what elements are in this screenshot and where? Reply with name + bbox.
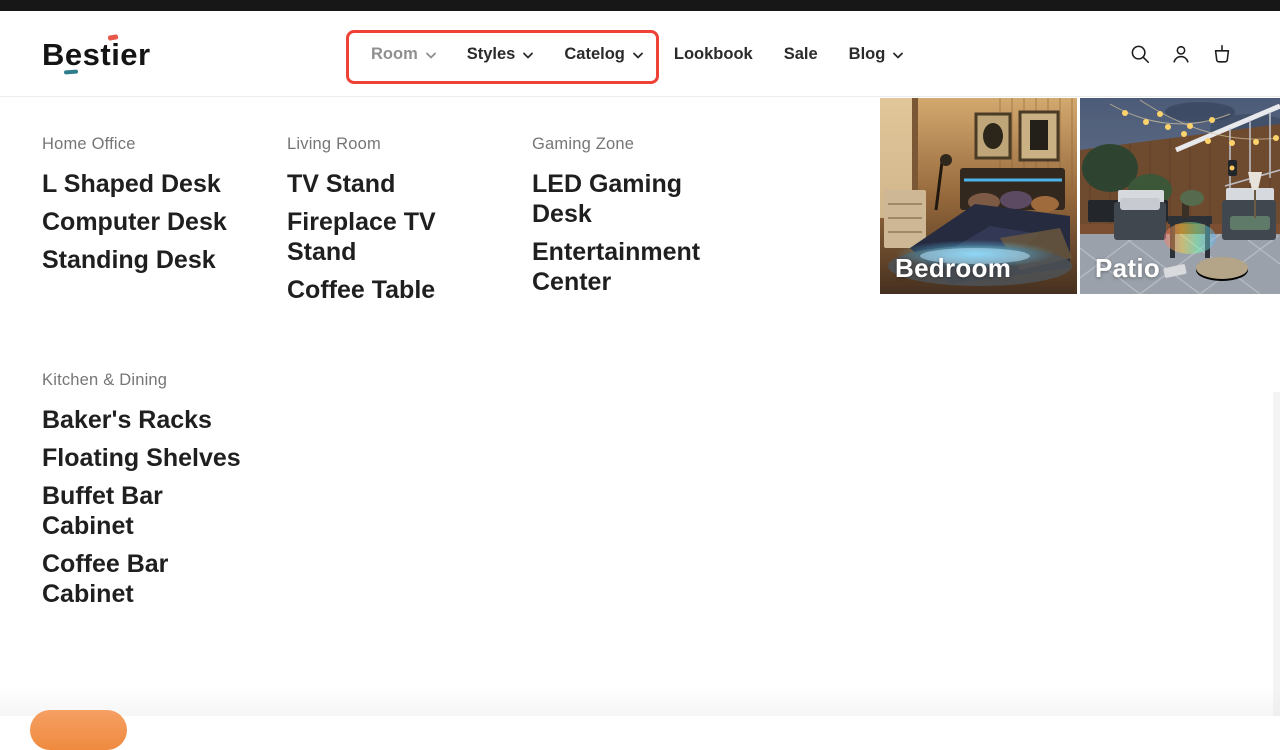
chevron-down-icon <box>523 52 533 59</box>
menu-link-buffet-bar-cabinet[interactable]: Buffet Bar Cabinet <box>42 481 247 541</box>
nav-item-blog[interactable]: Blog <box>849 45 904 64</box>
menu-link-l-shaped-desk[interactable]: L Shaped Desk <box>42 169 247 199</box>
menu-link-entertainment-center[interactable]: Entertainment Center <box>532 237 737 297</box>
account-icon[interactable] <box>1170 43 1192 65</box>
nav-item-label: Blog <box>849 45 886 64</box>
menu-link-coffee-bar-cabinet[interactable]: Coffee Bar Cabinet <box>42 549 247 609</box>
menu-link-fireplace-tv-stand[interactable]: Fireplace TV Stand <box>287 207 492 267</box>
promo-image-bedroom[interactable]: Bedroom <box>880 98 1077 294</box>
menu-link-bakers-racks[interactable]: Baker's Racks <box>42 405 247 435</box>
header-icons <box>1129 11 1233 97</box>
nav-item-label: Room <box>371 45 418 64</box>
nav-item-label: Styles <box>467 45 516 64</box>
nav-item-room[interactable]: Room <box>371 45 436 64</box>
nav-item-catelog[interactable]: Catelog <box>564 45 643 64</box>
chevron-down-icon <box>426 52 436 59</box>
menu-link-coffee-table[interactable]: Coffee Table <box>287 275 492 305</box>
menu-group-home-office: Home Office L Shaped Desk Computer Desk … <box>42 135 247 313</box>
menu-group-gaming-zone: Gaming Zone LED Gaming Desk Entertainmen… <box>532 135 737 313</box>
chevron-down-icon <box>893 52 903 59</box>
cart-icon[interactable] <box>1211 43 1233 65</box>
menu-link-computer-desk[interactable]: Computer Desk <box>42 207 247 237</box>
group-heading: Living Room <box>287 135 492 154</box>
group-heading: Home Office <box>42 135 247 154</box>
panel-bottom-shadow <box>0 686 1280 716</box>
menu-group-kitchen-dining: Kitchen & Dining Baker's Racks Floating … <box>42 371 247 617</box>
nav-item-lookbook[interactable]: Lookbook <box>674 45 753 64</box>
promo-image-label: Bedroom <box>895 253 1011 284</box>
group-heading: Kitchen & Dining <box>42 371 247 390</box>
menu-link-floating-shelves[interactable]: Floating Shelves <box>42 443 247 473</box>
mega-menu-promo-images: Bedroom <box>880 98 1280 294</box>
menu-group-living-room: Living Room TV Stand Fireplace TV Stand … <box>287 135 492 313</box>
site-header: Bestier Room Styles Catelog Lookbook Sal… <box>0 11 1280 97</box>
mega-menu-panel: Home Office L Shaped Desk Computer Desk … <box>0 98 1280 618</box>
nav-item-styles[interactable]: Styles <box>467 45 534 64</box>
nav-item-label: Catelog <box>564 45 625 64</box>
chevron-down-icon <box>633 52 643 59</box>
group-heading: Gaming Zone <box>532 135 737 154</box>
menu-link-standing-desk[interactable]: Standing Desk <box>42 245 247 275</box>
search-icon[interactable] <box>1129 43 1151 65</box>
page-edge <box>1273 392 1280 716</box>
logo-teal-accent <box>64 69 78 73</box>
orange-button-partial[interactable] <box>30 710 127 750</box>
logo[interactable]: Bestier <box>42 37 151 73</box>
logo-text: Bestier <box>42 37 151 72</box>
nav-item-label: Sale <box>784 45 818 64</box>
nav-item-sale[interactable]: Sale <box>784 45 818 64</box>
promo-image-label: Patio <box>1095 253 1160 284</box>
menu-link-led-gaming-desk[interactable]: LED Gaming Desk <box>532 169 737 229</box>
menu-link-tv-stand[interactable]: TV Stand <box>287 169 492 199</box>
nav-item-label: Lookbook <box>674 45 753 64</box>
promo-image-patio[interactable]: Patio <box>1080 98 1280 294</box>
main-nav: Room Styles Catelog Lookbook Sale Blog <box>371 11 903 97</box>
announcement-bar <box>0 0 1280 11</box>
